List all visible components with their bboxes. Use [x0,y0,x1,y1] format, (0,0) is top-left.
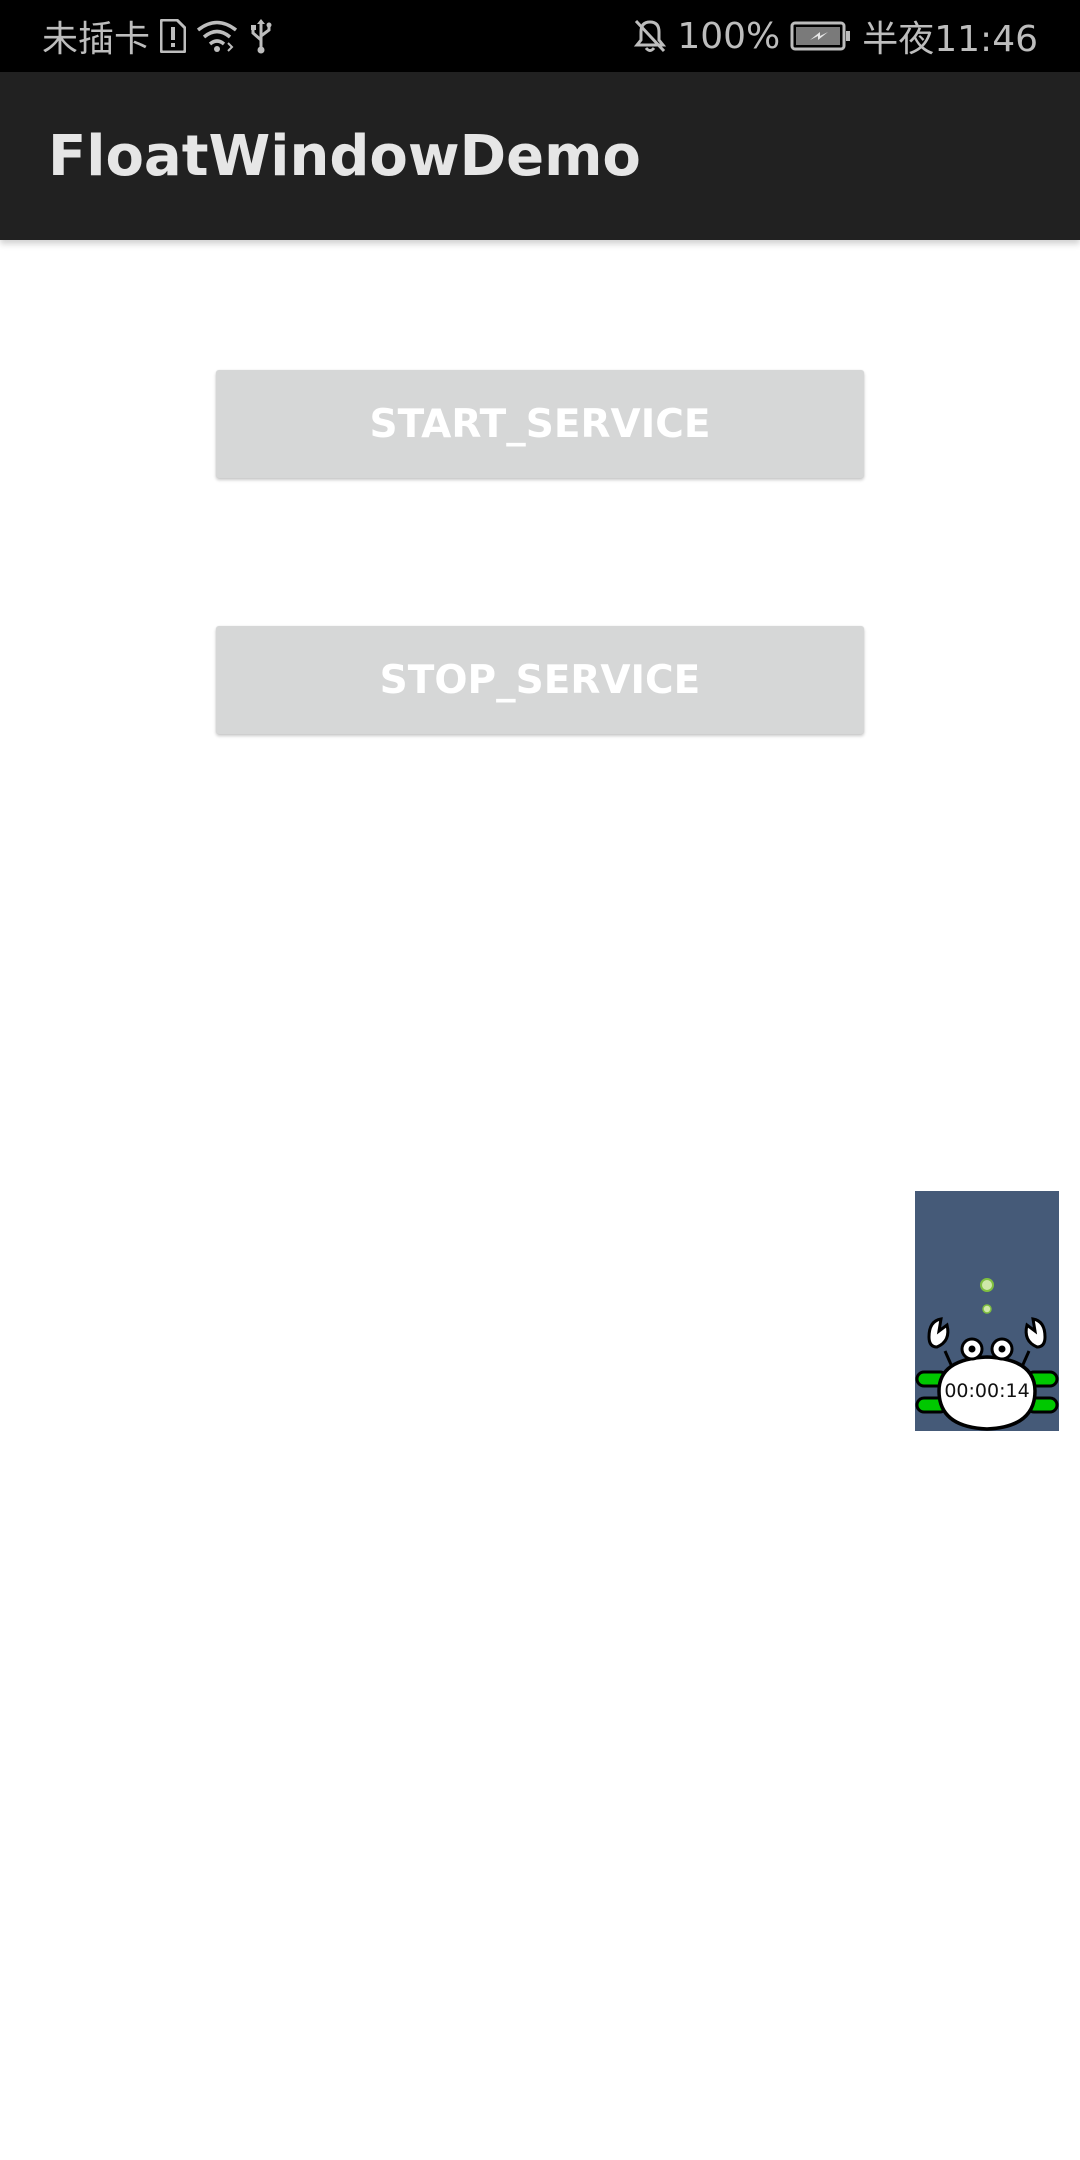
status-right: 100% 半夜11:46 [633,0,1038,72]
sim-alert-icon [160,19,187,53]
status-left: 未插卡 [42,0,274,72]
app-title: FloatWindowDemo [48,123,641,189]
float-timer: 00:00:14 [944,1380,1030,1402]
float-window[interactable]: 00:00:14 [915,1191,1059,1431]
app-bar: FloatWindowDemo [0,72,1080,240]
start-service-button[interactable]: START_SERVICE [216,370,864,478]
wifi-icon [196,19,238,53]
stop-service-button[interactable]: STOP_SERVICE [216,626,864,734]
carrier-text: 未插卡 [42,19,151,60]
battery-charging-icon [790,20,852,52]
usb-icon [248,18,274,54]
clock: 半夜11:46 [862,19,1038,60]
notifications-off-icon [633,18,667,54]
battery-percent: 100% [677,15,781,57]
status-bar: 未插卡 100% 半夜11:46 [0,0,1080,72]
